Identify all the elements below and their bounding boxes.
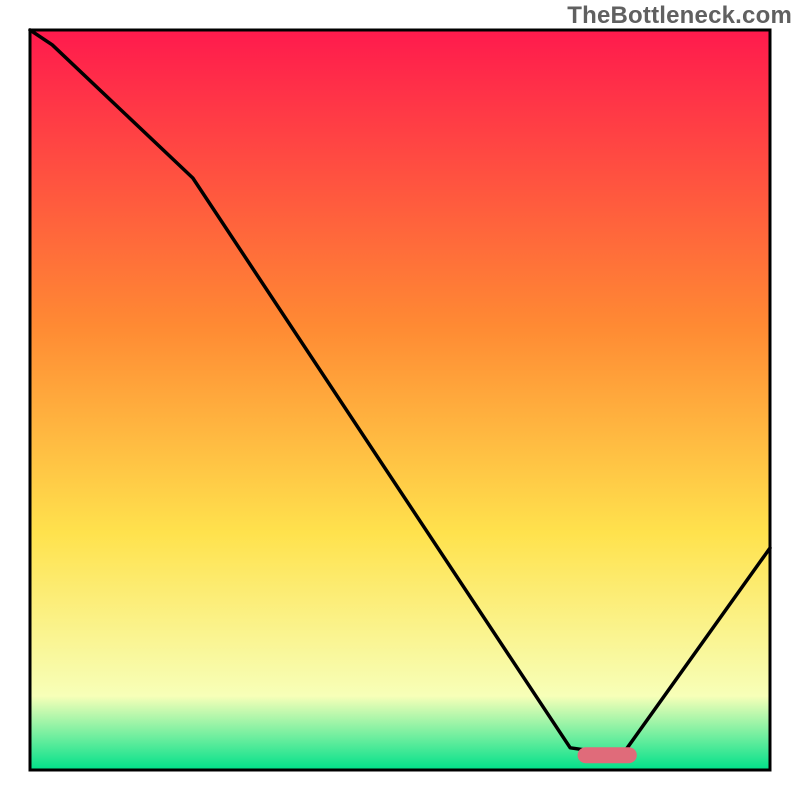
plot-background (30, 30, 770, 770)
chart-svg (0, 0, 800, 800)
bottleneck-chart: TheBottleneck.com (0, 0, 800, 800)
minimum-marker (578, 747, 637, 763)
watermark-text: TheBottleneck.com (567, 2, 792, 30)
